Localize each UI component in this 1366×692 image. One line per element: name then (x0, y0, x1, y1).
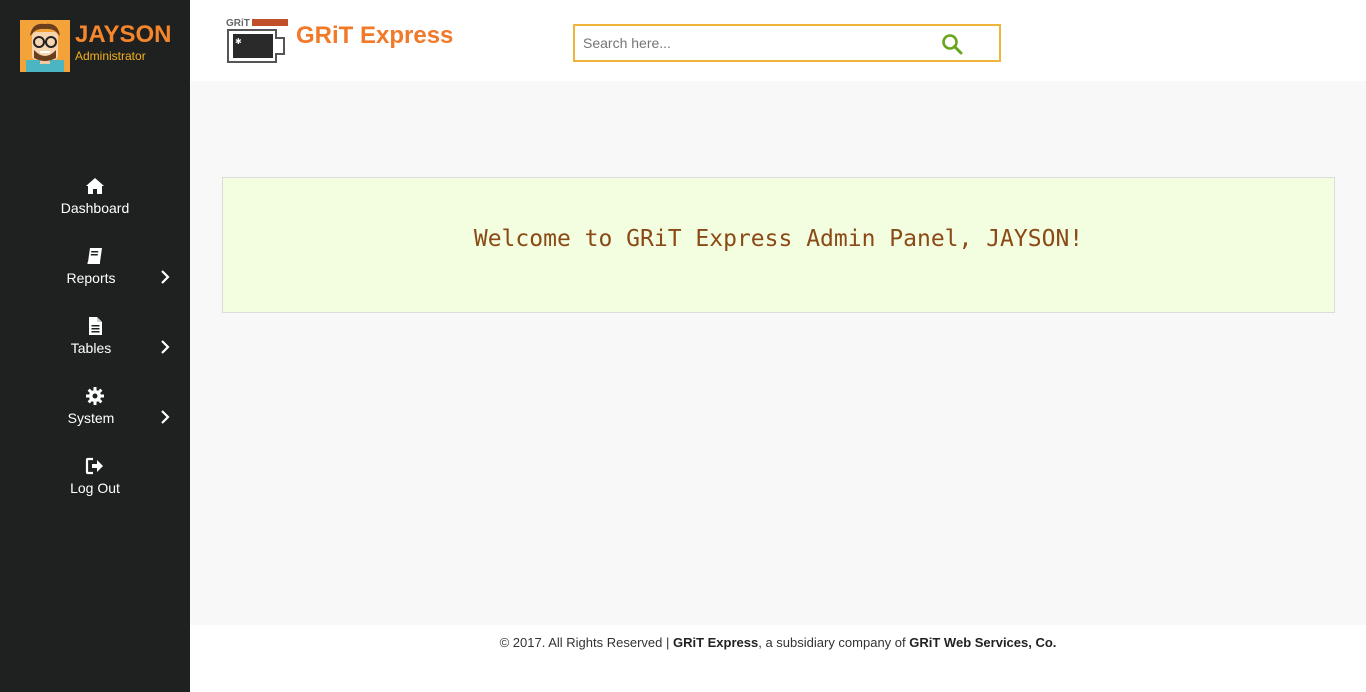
sidebar-item-logout[interactable]: Log Out (0, 456, 190, 522)
user-name: JAYSON (75, 21, 172, 48)
home-icon (86, 178, 104, 194)
footer-text: © 2017. All Rights Reserved | GRiT Expre… (190, 635, 1366, 650)
chevron-right-icon (161, 410, 170, 424)
welcome-message: Welcome to GRiT Express Admin Panel, JAY… (473, 226, 1084, 252)
brand-logo-icon: GRiT ✱ (226, 18, 288, 63)
logout-icon (85, 457, 103, 475)
chevron-right-icon (161, 270, 170, 284)
search-input[interactable] (575, 26, 925, 60)
user-profile: JAYSON Administrator (20, 20, 172, 72)
sidebar: JAYSON Administrator Dashboard Reports T… (0, 0, 190, 692)
sidebar-item-label: Dashboard (60, 200, 130, 216)
sidebar-nav: Dashboard Reports Tables System Log Out (0, 172, 190, 522)
top-header: GRiT ✱ GRiT Express (190, 0, 1366, 81)
gear-icon (86, 387, 104, 405)
chevron-right-icon (161, 340, 170, 354)
avatar[interactable] (20, 20, 70, 72)
search-icon[interactable] (941, 33, 963, 55)
book-icon (87, 248, 102, 264)
sidebar-item-dashboard[interactable]: Dashboard (0, 176, 190, 242)
brand[interactable]: GRiT ✱ GRiT Express (224, 16, 453, 66)
file-icon (89, 317, 102, 335)
sidebar-item-label: Log Out (70, 480, 120, 496)
footer: © 2017. All Rights Reserved | GRiT Expre… (190, 625, 1366, 692)
sidebar-item-system[interactable]: System (0, 386, 190, 452)
sidebar-item-reports[interactable]: Reports (0, 246, 190, 312)
footer-copyright: © 2017. All Rights Reserved | (499, 635, 673, 650)
welcome-panel: Welcome to GRiT Express Admin Panel, JAY… (222, 177, 1335, 313)
sidebar-item-tables[interactable]: Tables (0, 316, 190, 382)
footer-company: GRiT Web Services, Co. (909, 635, 1057, 650)
search-box (573, 24, 1001, 62)
footer-middle: , a subsidiary company of (758, 635, 910, 650)
svg-text:✱: ✱ (235, 37, 242, 46)
footer-brand: GRiT Express (672, 635, 759, 650)
user-role: Administrator (75, 49, 146, 63)
svg-text:GRiT: GRiT (226, 18, 250, 29)
brand-title: GRiT Express (296, 22, 454, 49)
